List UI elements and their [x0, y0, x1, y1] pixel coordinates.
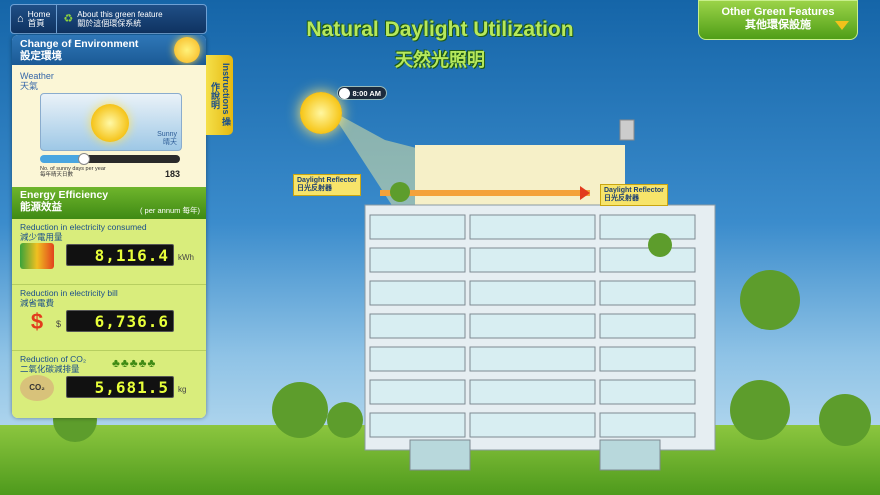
other-label: Other Green Features	[721, 6, 835, 18]
env-header: Change of Environment 設定環境	[12, 35, 206, 65]
co2-readout: 5,681.5	[66, 376, 174, 398]
sunny-days-value: 183	[164, 169, 180, 179]
co2-icon: CO₂	[20, 375, 54, 401]
sun-icon[interactable]	[300, 92, 342, 134]
money-icon: $	[30, 309, 44, 334]
electricity-readout: 8,116.4	[66, 244, 174, 266]
weather-slider[interactable]	[40, 153, 180, 165]
energy-header: Energy Efficiency 能源效益 ( per annum 每年)	[12, 187, 206, 219]
unit-kwh: kWh	[178, 253, 194, 262]
currency-prefix: $	[56, 319, 62, 329]
slider-handle[interactable]	[78, 153, 90, 165]
about-labels: About this green feature 關於這個環保系統	[77, 10, 162, 28]
per-annum-label: ( per annum 每年)	[139, 206, 200, 215]
page-title: Natural Daylight Utilization	[306, 18, 574, 41]
home-icon: ⌂	[17, 12, 24, 25]
energy-title: Energy Efficiency	[20, 189, 109, 201]
control-panel: Change of Environment 設定環境 Weather 天氣 Su…	[12, 35, 206, 418]
about-label: About this green feature	[77, 10, 163, 19]
env-title-zh: 設定環境	[20, 50, 62, 62]
instructions-label: Instructions	[221, 63, 231, 115]
reflector-left-zh: 日光反射器	[297, 185, 332, 192]
energy-section: Energy Efficiency 能源效益 ( per annum 每年) R…	[12, 187, 206, 418]
reflector-label-right: Daylight Reflector 日光反射器	[600, 184, 668, 206]
home-button[interactable]: ⌂ Home 首頁	[11, 5, 58, 33]
bill-readout: 6,736.6	[66, 310, 174, 332]
sun-icon	[91, 104, 129, 142]
weather-state-label: Sunny	[157, 131, 177, 138]
reflector-right-en: Daylight Reflector	[604, 187, 664, 194]
home-labels: Home 首頁	[28, 10, 51, 28]
about-button[interactable]: ♻ About this green feature 關於這個環保系統	[57, 10, 168, 28]
metric-label: Reduction of CO₂	[20, 354, 87, 364]
top-nav: ⌂ Home 首頁 ♻ About this green feature 關於這…	[10, 4, 207, 34]
env-title: Change of Environment	[20, 38, 139, 50]
metric-electricity: Reduction in electricity consumed 減少電用量 …	[12, 219, 206, 285]
reflector-right-zh: 日光反射器	[604, 195, 639, 202]
metric-label-zh: 減少電用量	[20, 232, 63, 242]
sunny-days-label: No. of sunny days per year 每年晴天日數	[40, 166, 106, 178]
other-label-zh: 其他環保設施	[745, 19, 811, 31]
metric-bill: Reduction in electricity bill 減省電費 $ $ 6…	[12, 285, 206, 351]
clock-icon	[339, 88, 350, 99]
reflector-label-left: Daylight Reflector 日光反射器	[293, 174, 361, 196]
weather-label: Weather	[20, 71, 54, 81]
chevron-down-icon	[835, 21, 849, 30]
metric-label-zh: 減省電費	[20, 298, 55, 308]
metric-label: Reduction in electricity consumed	[20, 222, 147, 232]
time-display: 8:00 AM	[337, 86, 387, 100]
sunny-days-label-zh: 每年晴天日數	[40, 172, 74, 178]
home-label-zh: 首頁	[27, 18, 45, 28]
about-label-zh: 關於這個環保系統	[77, 19, 142, 28]
sun-icon	[174, 37, 200, 63]
weather-state-label-zh: 晴天	[163, 139, 177, 146]
metric-label: Reduction in electricity bill	[20, 288, 118, 298]
weather-section: Weather 天氣 Sunny 晴天 No. of sunny days pe…	[12, 65, 206, 187]
instructions-tab[interactable]: Instructions 操作說明	[206, 55, 233, 135]
metric-label-zh: 二氧化碳減排量	[20, 364, 80, 374]
recycle-icon: ♻	[63, 12, 74, 25]
page-title-zh: 天然光照明	[395, 50, 485, 70]
weather-label-zh: 天氣	[20, 81, 39, 91]
plug-icon	[20, 243, 54, 269]
reflector-left-en: Daylight Reflector	[297, 177, 357, 184]
unit-kg: kg	[178, 385, 187, 394]
weather-preview: Sunny 晴天	[40, 93, 182, 151]
metric-co2: Reduction of CO₂ 二氧化碳減排量 CO₂ ♣♣♣♣♣ 5,681…	[12, 351, 206, 417]
time-value: 8:00 AM	[352, 89, 381, 98]
tree-icons: ♣♣♣♣♣	[112, 356, 157, 370]
weather-state: Sunny 晴天	[157, 131, 177, 147]
other-green-features-button[interactable]: Other Green Features 其他環保設施	[698, 0, 858, 40]
